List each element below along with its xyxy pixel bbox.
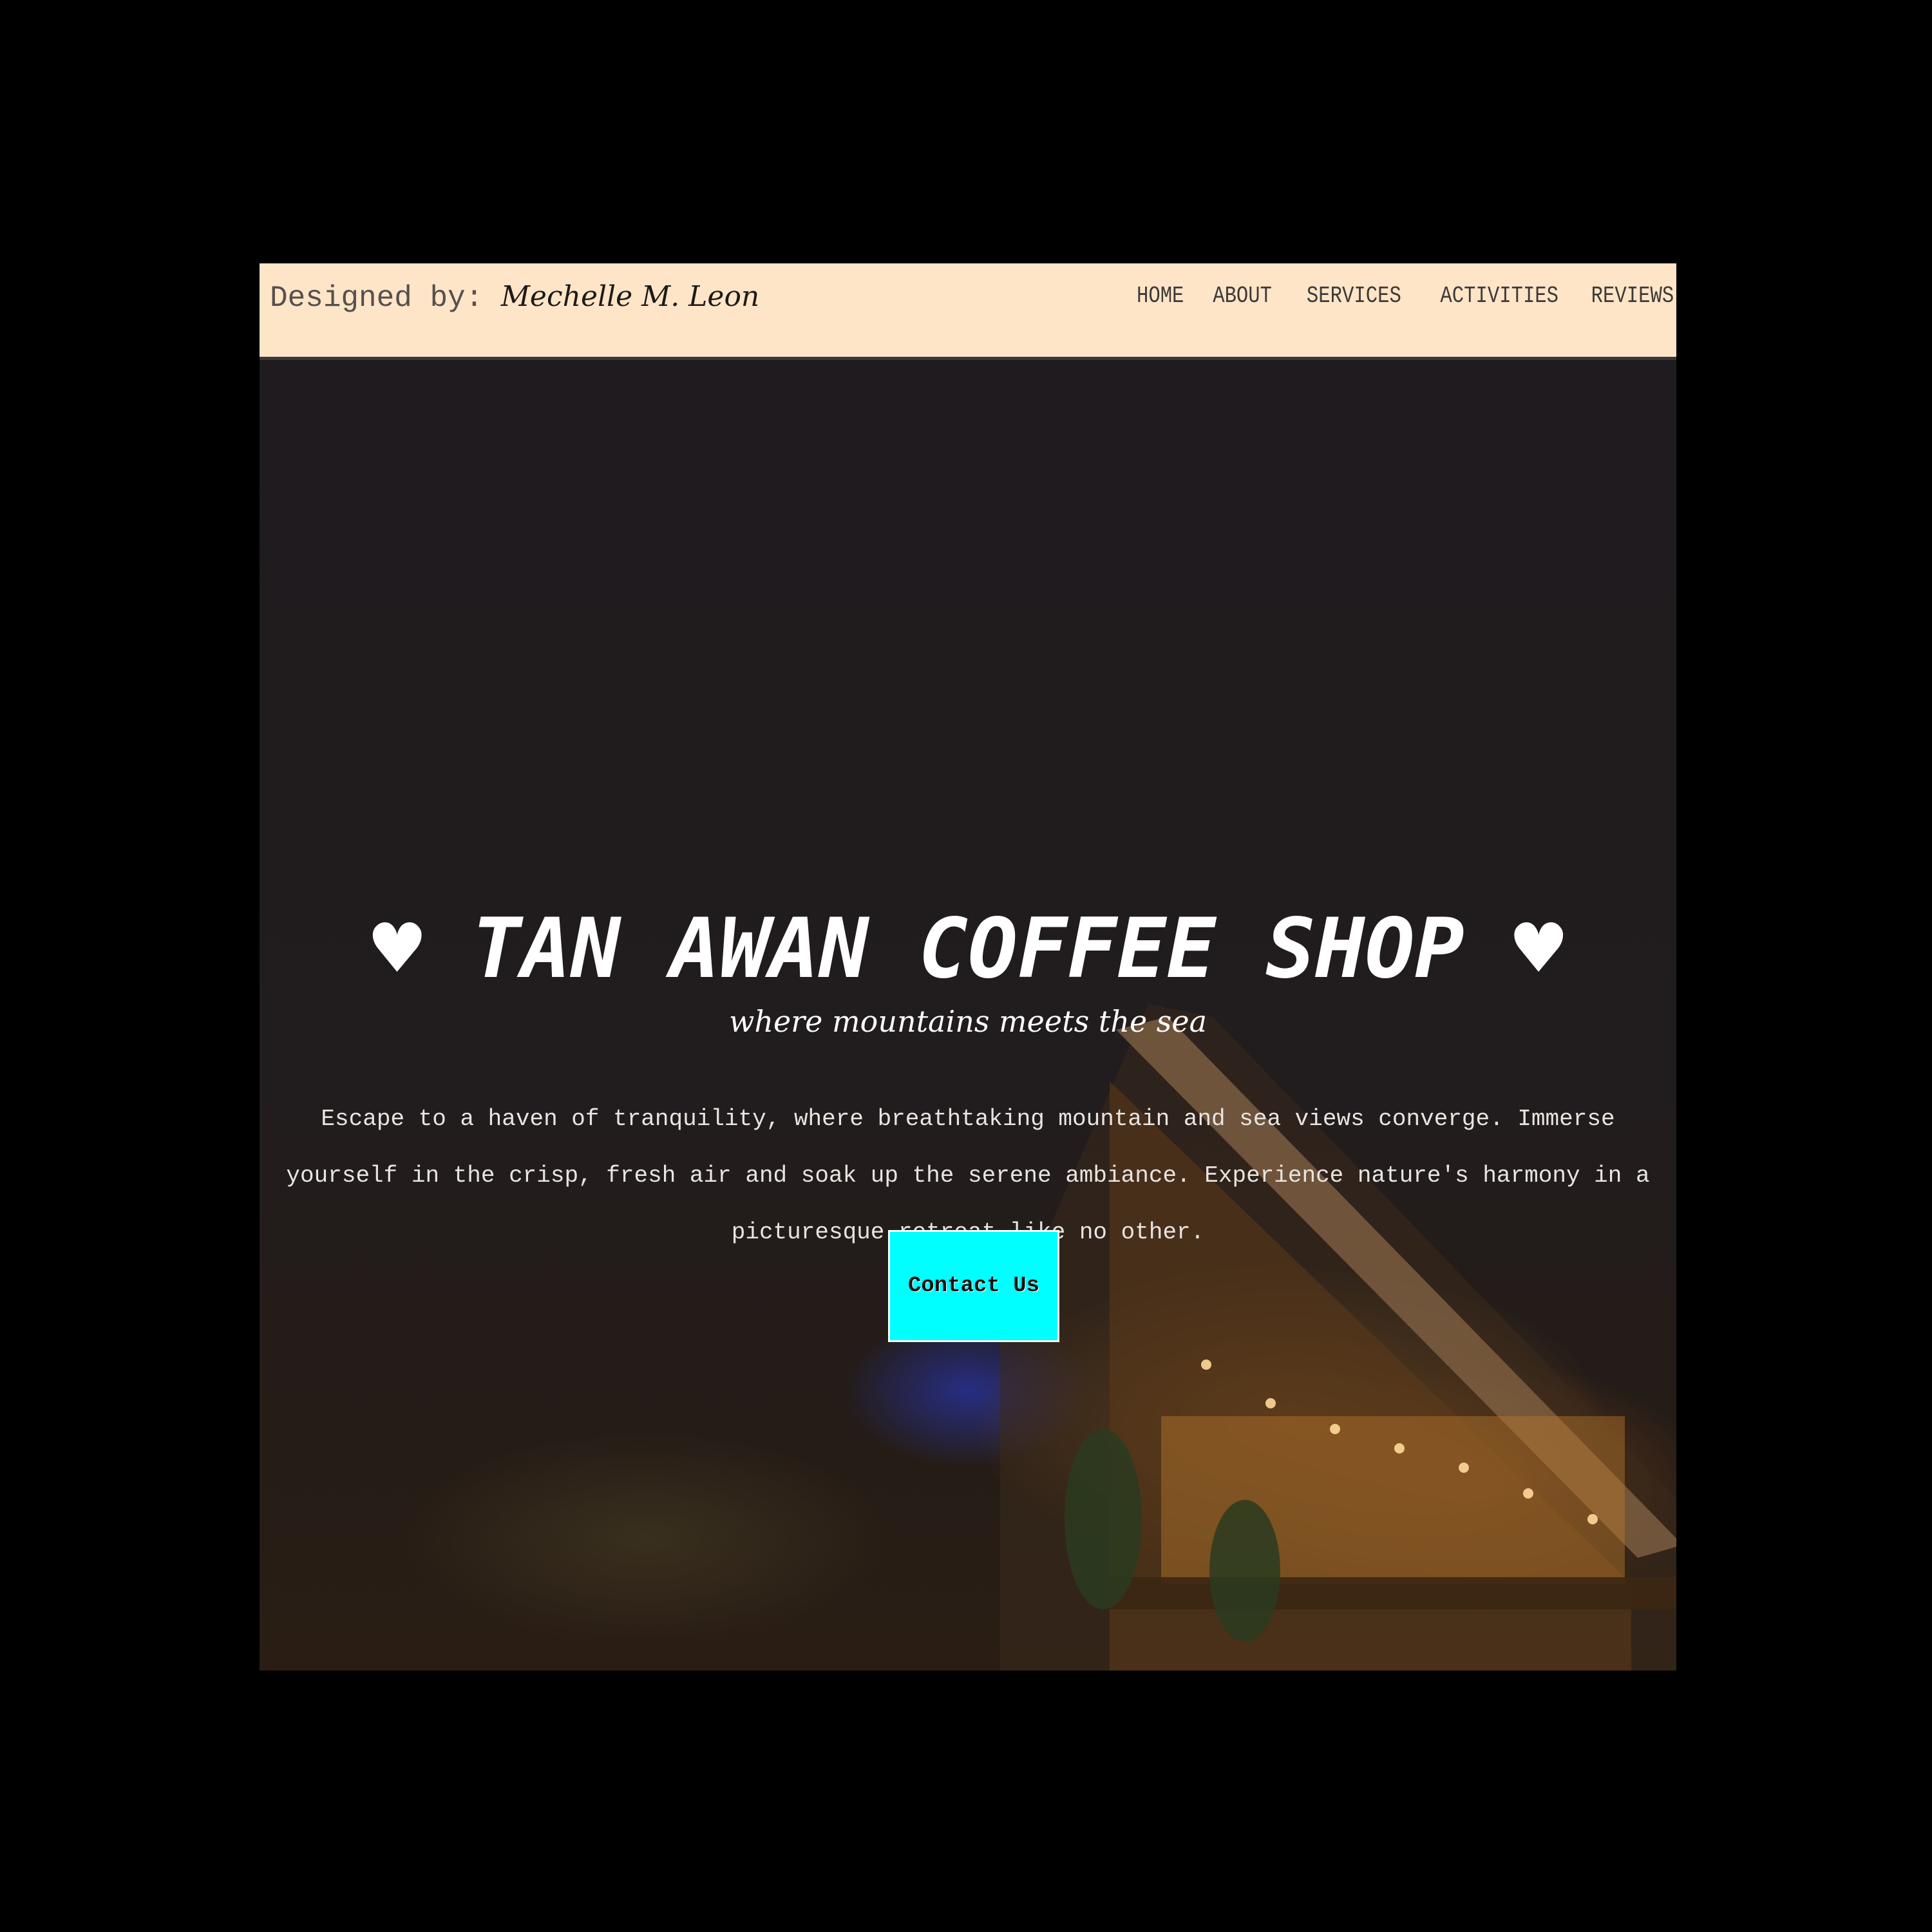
designer-credit: Designed by: Mechelle M. Leon bbox=[270, 280, 759, 315]
designer-name: Mechelle M. Leon bbox=[500, 280, 760, 313]
hero-title: ♥ TAN AWAN COFFEE SHOP ♥ bbox=[260, 901, 1676, 997]
hero-title-text: TAN AWAN COFFEE SHOP bbox=[471, 901, 1464, 997]
nav-link-activities[interactable]: ACTIVITIES bbox=[1440, 283, 1558, 309]
heart-icon-left: ♥ bbox=[372, 901, 422, 997]
heart-icon-right: ♥ bbox=[1513, 901, 1564, 997]
nav-link-home[interactable]: HOME bbox=[1137, 283, 1184, 309]
designed-by-label: Designed by: bbox=[270, 281, 484, 315]
contact-us-button[interactable]: Contact Us bbox=[888, 1230, 1059, 1342]
website-page: Designed by: Mechelle M. Leon HOME ABOUT… bbox=[260, 263, 1676, 1671]
top-navbar: Designed by: Mechelle M. Leon HOME ABOUT… bbox=[260, 263, 1676, 360]
hero-content: ♥ TAN AWAN COFFEE SHOP ♥ where mountains… bbox=[260, 360, 1676, 1671]
nav-links: HOME ABOUT SERVICES ACTIVITIES REVIEWS bbox=[1128, 283, 1674, 309]
nav-link-about[interactable]: ABOUT bbox=[1213, 283, 1272, 309]
hero-tagline: where mountains meets the sea bbox=[728, 1004, 1208, 1039]
hero-section: ♥ TAN AWAN COFFEE SHOP ♥ where mountains… bbox=[260, 360, 1676, 1671]
nav-link-services[interactable]: SERVICES bbox=[1307, 283, 1401, 309]
nav-link-reviews[interactable]: REVIEWS bbox=[1591, 283, 1674, 309]
